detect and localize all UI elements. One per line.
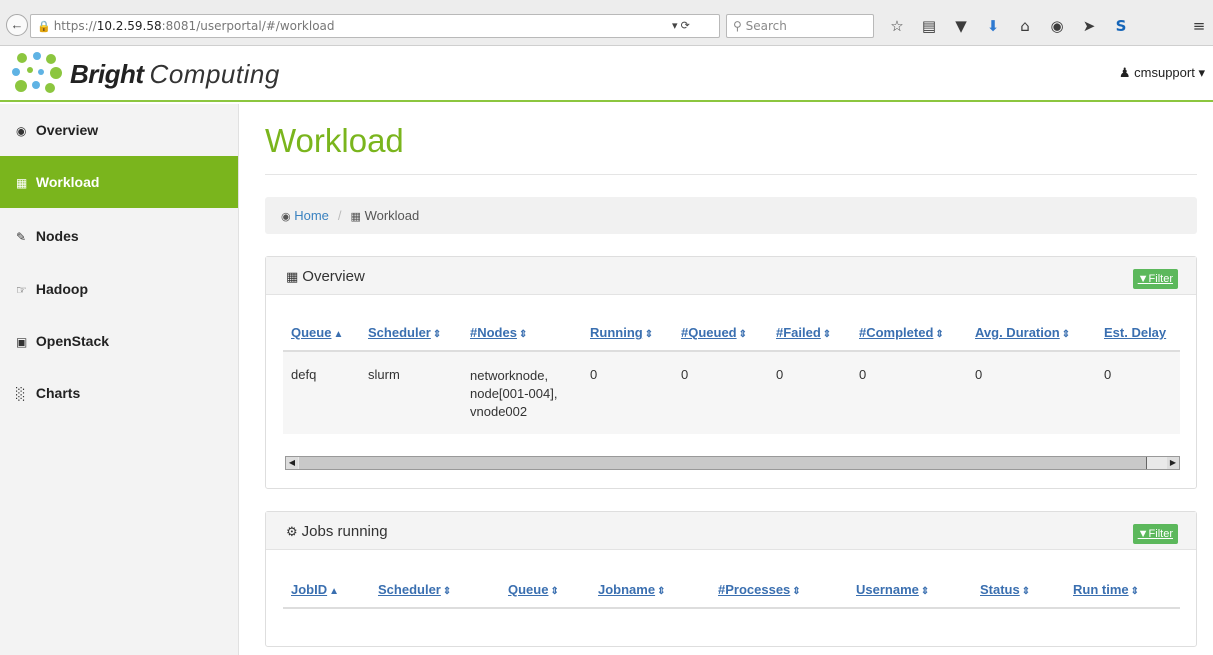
column-header-avg-duration[interactable]: Avg. Duration ⇕ xyxy=(975,325,1070,340)
sort-asc-icon: ▲ xyxy=(333,329,344,340)
sort-icon: ⇕ xyxy=(822,329,832,340)
table-icon: ▦ xyxy=(350,210,361,223)
scrollbar-thumb[interactable] xyxy=(299,457,1147,469)
dashboard-icon: ◉ xyxy=(16,124,27,138)
user-menu[interactable]: ♟ cmsupport ▾ xyxy=(1119,65,1205,81)
scroll-right-icon[interactable]: ▶ xyxy=(1167,457,1179,469)
s-extension-icon[interactable]: S xyxy=(1111,16,1131,36)
app-header: Bright Computing ♟ cmsupport ▾ xyxy=(0,47,1213,102)
sort-icon: ⇕ xyxy=(442,586,452,597)
sort-icon: ⇕ xyxy=(935,329,944,340)
bookmark-star-icon[interactable]: ☆ xyxy=(887,16,907,36)
breadcrumb-current: Workload xyxy=(364,208,420,223)
sidebar-item-nodes[interactable]: ✎ Nodes xyxy=(0,210,238,262)
column-header-est-delay[interactable]: Est. Delay xyxy=(1104,325,1166,340)
user-icon: ♟ xyxy=(1118,65,1131,80)
pocket-icon[interactable]: ▼ xyxy=(951,16,971,36)
sidebar-item-overview[interactable]: ◉ Overview xyxy=(0,104,238,156)
browser-search-input[interactable]: ⚲ Search xyxy=(726,14,874,38)
sort-icon: ⇕ xyxy=(657,586,666,597)
sort-icon: ⇕ xyxy=(1130,586,1140,597)
overview-panel-header: ▦ Overview ▼Filter xyxy=(266,257,1196,295)
scroll-left-icon[interactable]: ◀ xyxy=(286,457,298,469)
dashboard-icon: ◉ xyxy=(281,210,291,223)
cell-nodes: networknode, node[001-004], vnode002 xyxy=(470,368,558,419)
send-icon[interactable]: ➤ xyxy=(1079,16,1099,36)
sort-asc-icon: ▲ xyxy=(329,586,340,597)
horizontal-scrollbar[interactable]: ◀ ▶ xyxy=(285,456,1180,470)
home-icon[interactable]: ⌂ xyxy=(1015,16,1035,36)
sidebar-item-charts[interactable]: ░ Charts xyxy=(0,367,238,419)
column-header-jobname[interactable]: Jobname ⇕ xyxy=(598,582,665,597)
sort-icon: ⇕ xyxy=(518,329,528,340)
sort-icon: ⇕ xyxy=(738,329,748,340)
lock-icon: 🔒 xyxy=(37,20,51,33)
cell-failed: 0 xyxy=(776,367,784,382)
chat-icon[interactable]: ◉ xyxy=(1047,16,1067,36)
column-header-jobid[interactable]: JobID ▲ xyxy=(291,582,339,597)
menu-icon[interactable]: ≡ xyxy=(1189,16,1209,36)
cell-queued: 0 xyxy=(681,367,689,382)
sort-icon: ⇕ xyxy=(792,586,801,597)
overview-panel-title: ▦ Overview xyxy=(286,268,365,285)
sort-icon: ⇕ xyxy=(644,329,654,340)
bright-logo-icon xyxy=(12,52,62,93)
edit-icon: ✎ xyxy=(16,230,27,244)
breadcrumb-home-link[interactable]: Home xyxy=(294,208,329,223)
table-icon: ▦ xyxy=(286,270,299,285)
sort-icon: ⇕ xyxy=(1021,586,1031,597)
column-header-status[interactable]: Status ⇕ xyxy=(980,582,1030,597)
brand-name: Bright Computing xyxy=(70,59,280,89)
cell-scheduler: slurm xyxy=(368,367,400,382)
column-header-nodes[interactable]: #Nodes ⇕ xyxy=(470,325,527,340)
reload-controls[interactable]: ▾ ⟳ xyxy=(672,14,690,38)
hand-icon: ☞ xyxy=(16,283,27,297)
column-header-queued[interactable]: #Queued ⇕ xyxy=(681,325,747,340)
column-header-scheduler[interactable]: Scheduler ⇕ xyxy=(368,325,441,340)
jobs-table-header-divider xyxy=(283,607,1180,609)
table-icon: ▦ xyxy=(16,176,28,190)
caret-down-icon: ▾ xyxy=(1198,65,1205,80)
stop-icon: ▣ xyxy=(16,335,28,349)
cell-completed: 0 xyxy=(859,367,867,382)
jobs-panel-header: ⚙ Jobs running ▼Filter xyxy=(266,512,1196,550)
column-header-completed[interactable]: #Completed ⇕ xyxy=(859,325,944,340)
sort-icon: ⇕ xyxy=(432,329,442,340)
reading-list-icon[interactable]: ▤ xyxy=(919,16,939,36)
cell-running: 0 xyxy=(590,367,598,382)
column-header-run-time[interactable]: Run time ⇕ xyxy=(1073,582,1139,597)
table-row xyxy=(283,352,1180,434)
back-arrow-icon[interactable]: ← xyxy=(6,14,28,36)
cell-queue: defq xyxy=(291,367,317,382)
sort-icon: ⇕ xyxy=(1061,329,1071,340)
page-title: Workload xyxy=(265,122,404,159)
sidebar-item-workload[interactable]: ▦ Workload xyxy=(0,156,238,208)
column-header-username[interactable]: Username ⇕ xyxy=(856,582,929,597)
overview-filter-button[interactable]: ▼Filter xyxy=(1132,269,1178,289)
sidebar-item-hadoop[interactable]: ☞ Hadoop xyxy=(0,263,238,315)
column-header-running[interactable]: Running ⇕ xyxy=(590,325,653,340)
gears-icon: ⚙ xyxy=(286,525,298,540)
column-header-processes[interactable]: #Processes ⇕ xyxy=(718,582,801,597)
sort-icon: ⇕ xyxy=(920,586,930,597)
column-header-queue[interactable]: Queue ⇕ xyxy=(508,582,559,597)
sort-icon: ⇕ xyxy=(550,586,559,597)
cell-est-delay: 0 xyxy=(1104,367,1112,382)
download-icon[interactable]: ⬇ xyxy=(983,16,1003,36)
jobs-panel-title: ⚙ Jobs running xyxy=(286,523,388,540)
sidebar-item-openstack[interactable]: ▣ OpenStack xyxy=(0,315,238,367)
column-header-queue[interactable]: Queue ▲ xyxy=(291,325,343,340)
sidebar: ◉ Overview ▦ Workload ✎ Nodes ☞ Hadoop ▣… xyxy=(0,104,239,655)
jobs-filter-button[interactable]: ▼Filter xyxy=(1132,524,1178,544)
bar-chart-icon: ░ xyxy=(16,387,26,401)
address-bar[interactable]: 🔒 https://10.2.59.58:8081/userportal/#/wo… xyxy=(30,14,720,38)
browser-toolbar: ← 🔒 https://10.2.59.58:8081/userportal/#/… xyxy=(0,0,1213,46)
title-divider xyxy=(265,174,1197,175)
breadcrumb: ◉ Home / ▦ Workload xyxy=(265,197,1197,234)
jobs-running-panel: ⚙ Jobs running ▼Filter xyxy=(265,511,1197,647)
column-header-scheduler[interactable]: Scheduler ⇕ xyxy=(378,582,451,597)
column-header-failed[interactable]: #Failed ⇕ xyxy=(776,325,831,340)
cell-avg-duration: 0 xyxy=(975,367,983,382)
